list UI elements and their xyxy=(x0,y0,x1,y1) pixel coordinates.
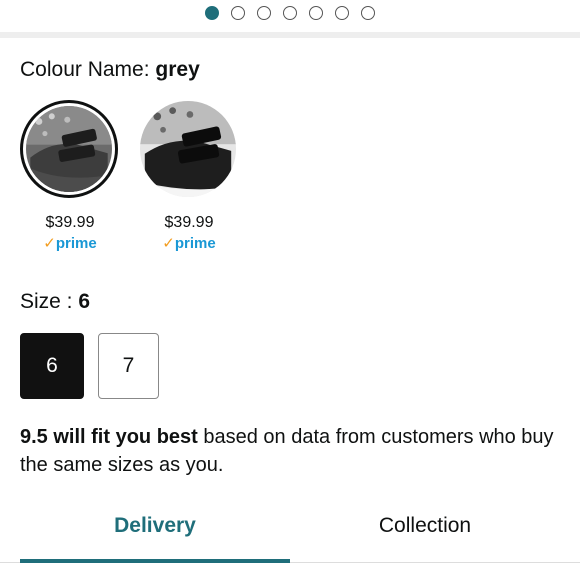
prime-check-icon: ✓ xyxy=(162,235,175,252)
colour-swatch-grey[interactable]: $39.99 ✓prime xyxy=(20,100,120,252)
swatch-price: $39.99 xyxy=(45,214,95,231)
carousel-dot-1[interactable] xyxy=(205,6,219,20)
carousel-dot-3[interactable] xyxy=(257,6,271,20)
prime-label: prime xyxy=(174,235,216,252)
carousel-dot-6[interactable] xyxy=(335,6,349,20)
carousel-dot-2[interactable] xyxy=(231,6,245,20)
swatch-thumbnail-ring xyxy=(20,100,118,198)
carousel-dot-5[interactable] xyxy=(309,6,323,20)
carousel-dot-4[interactable] xyxy=(283,6,297,20)
colour-name-value: grey xyxy=(155,58,200,81)
colour-name-prefix: Colour Name: xyxy=(20,58,150,81)
prime-badge: ✓prime xyxy=(139,234,239,252)
tab-collection[interactable]: Collection xyxy=(280,514,570,538)
swatch-price: $39.99 xyxy=(164,214,214,231)
size-option-7[interactable]: 7 xyxy=(98,333,159,399)
tab-delivery[interactable]: Delivery xyxy=(10,514,300,538)
colour-swatch-black[interactable]: $39.99 ✓prime xyxy=(139,100,239,252)
fit-recommendation-bold: 9.5 will fit you best xyxy=(20,426,198,448)
swatch-thumbnail-ring xyxy=(139,100,237,198)
section-divider xyxy=(0,32,580,38)
colour-name-label: Colour Name: grey xyxy=(20,58,200,82)
prime-label: prime xyxy=(55,235,97,252)
prime-badge: ✓prime xyxy=(20,234,120,252)
shoe-thumbnail-grey xyxy=(26,106,112,192)
size-prefix: Size : xyxy=(20,290,73,313)
prime-check-icon: ✓ xyxy=(43,235,56,252)
shoe-thumbnail-black xyxy=(140,101,236,197)
image-carousel-indicator xyxy=(0,6,580,22)
active-tab-indicator xyxy=(20,559,290,563)
carousel-dot-7[interactable] xyxy=(361,6,375,20)
fit-recommendation: 9.5 will fit you best based on data from… xyxy=(20,423,565,479)
size-label: Size : 6 xyxy=(20,290,90,314)
size-option-6[interactable]: 6 xyxy=(20,333,84,399)
size-value: 6 xyxy=(78,290,91,313)
